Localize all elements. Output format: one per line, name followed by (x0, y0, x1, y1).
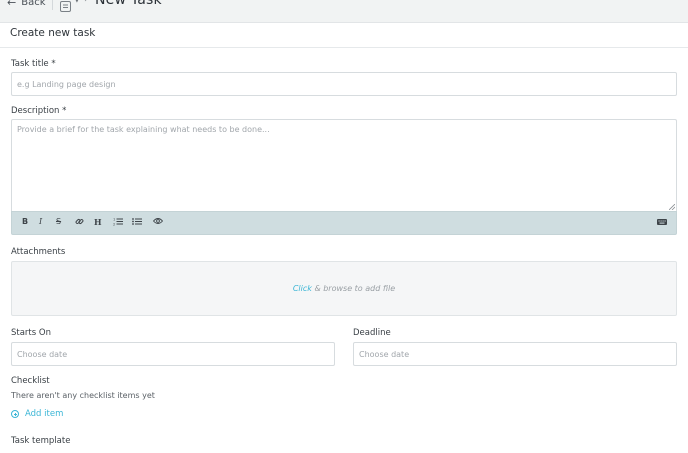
keyboard-icon (657, 219, 667, 225)
editor-toolbar: B I S H 1 2 (11, 211, 677, 235)
caret-down-icon: ▼ (75, 0, 79, 4)
top-nav-bar: ← Back ▼ › New Task (0, 0, 688, 22)
page-title: New Task (95, 0, 162, 8)
description-textarea[interactable]: Provide a brief for the task explaining … (11, 119, 677, 211)
eye-icon (152, 218, 164, 224)
preview-button[interactable] (152, 217, 164, 227)
italic-button[interactable]: I (39, 218, 42, 226)
strikethrough-button[interactable]: S (56, 218, 61, 226)
document-icon (60, 1, 71, 12)
link-button[interactable] (75, 217, 84, 228)
markdown-toggle-button[interactable] (657, 219, 667, 227)
attachment-dropzone[interactable]: Click & browse to add file (11, 261, 677, 316)
deadline-label: Deadline (353, 328, 391, 338)
resize-handle-icon[interactable] (669, 204, 675, 210)
heading-button[interactable]: H (94, 218, 102, 226)
starts-on-date-input[interactable]: Choose date (11, 342, 335, 366)
checklist-label: Checklist (11, 376, 50, 386)
card-title: Create new task (10, 27, 96, 39)
browse-file-link[interactable]: Click (293, 284, 312, 293)
back-label: Back (21, 0, 46, 8)
breadcrumb-chevron-icon: › (84, 0, 88, 5)
checklist-empty-text: There aren't any checklist items yet (11, 391, 155, 400)
task-template-label: Task template (11, 436, 71, 446)
link-icon (75, 218, 84, 225)
ordered-list-icon: 1 2 (113, 218, 123, 227)
back-button[interactable]: ← Back (7, 0, 46, 8)
bold-button[interactable]: B (22, 218, 28, 226)
add-item-label: Add item (25, 409, 64, 419)
starts-on-label: Starts On (11, 328, 51, 338)
attachments-label: Attachments (11, 247, 66, 257)
card-header: Create new task (0, 23, 688, 48)
bullet-list-icon (132, 218, 142, 225)
deadline-date-input[interactable]: Choose date (353, 342, 677, 366)
description-label: Description * (11, 106, 67, 116)
document-menu-button[interactable]: ▼ (60, 0, 79, 12)
task-title-label: Task title * (11, 59, 56, 69)
dropzone-hint: & browse to add file (311, 284, 396, 293)
svg-text:1: 1 (113, 218, 115, 222)
ordered-list-button[interactable]: 1 2 (113, 217, 123, 228)
svg-text:2: 2 (113, 223, 115, 227)
nav-divider (52, 0, 53, 10)
arrow-left-icon: ← (7, 0, 17, 9)
unordered-list-button[interactable] (132, 217, 142, 228)
plus-circle-icon (11, 410, 19, 418)
description-placeholder: Provide a brief for the task explaining … (17, 125, 270, 134)
add-checklist-item-button[interactable]: Add item (11, 409, 63, 419)
task-title-input[interactable]: e.g Landing page design (11, 72, 677, 96)
